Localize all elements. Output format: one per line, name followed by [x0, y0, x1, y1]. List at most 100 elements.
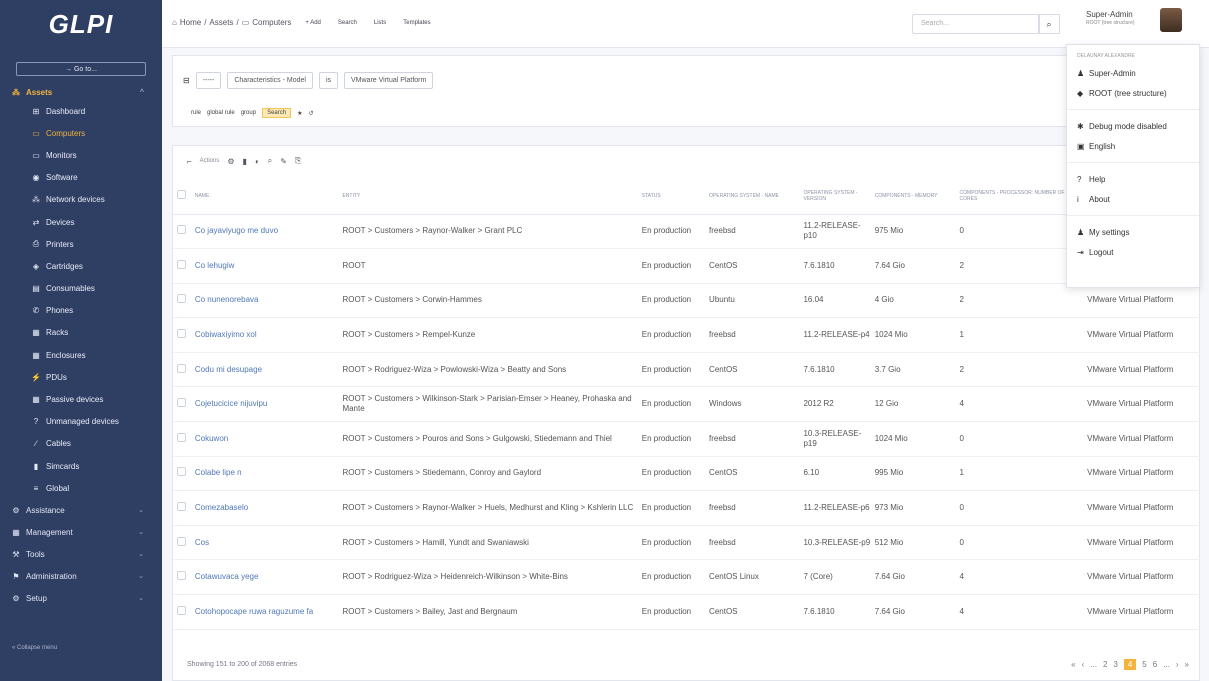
page-link[interactable]: ›: [1176, 660, 1179, 669]
row-checkbox[interactable]: [177, 259, 186, 269]
dropdown-item-logout[interactable]: ⇥ Logout: [1067, 242, 1199, 262]
page-link[interactable]: 2: [1103, 660, 1107, 669]
column-header[interactable]: Operating system - Version: [799, 178, 871, 215]
computer-name-link[interactable]: Codu mi desupage: [190, 352, 339, 388]
sidebar-item-consumables[interactable]: ▤ Consumables: [0, 278, 162, 300]
row-checkbox[interactable]: [177, 363, 186, 373]
dropdown-item-super-admin[interactable]: ♟ Super-Admin: [1067, 63, 1199, 83]
computer-name-link[interactable]: Cotawuvaca yege: [190, 559, 339, 596]
goto-button[interactable]: → Go to...: [16, 62, 146, 76]
dropdown-item-about[interactable]: i About: [1067, 189, 1199, 209]
add-global-rule-button[interactable]: global rule: [207, 110, 235, 116]
sidebar-item-passive-devices[interactable]: ▦ Passive devices: [0, 388, 162, 410]
row-checkbox[interactable]: [177, 467, 186, 477]
gear-icon[interactable]: ⚙: [227, 157, 234, 166]
user-menu[interactable]: Super-Admin ROOT (tree structure): [1086, 10, 1135, 28]
table-row[interactable]: Cotohopocape ruwa raguzume fa ROOT > Cust…: [173, 594, 1201, 630]
page-link[interactable]: »: [1185, 660, 1189, 669]
current-page[interactable]: 4: [1123, 659, 1137, 670]
page-link[interactable]: ...: [1090, 660, 1097, 669]
column-header[interactable]: Entity: [338, 178, 638, 215]
templates-button[interactable]: Templates: [400, 19, 433, 27]
computer-name-link[interactable]: Colabe lipe n: [190, 456, 339, 492]
dropdown-item-root-tree-structure-[interactable]: ◆ ROOT (tree structure): [1067, 83, 1199, 103]
dropdown-item-english[interactable]: ▣ English: [1067, 136, 1199, 156]
page-link[interactable]: «: [1071, 660, 1075, 669]
sidebar-item-cartridges[interactable]: ◈ Cartridges: [0, 255, 162, 277]
sidebar-item-enclosures[interactable]: ▦ Enclosures: [0, 344, 162, 366]
sidebar-item-unmanaged-devices[interactable]: ? Unmanaged devices: [0, 411, 162, 433]
row-checkbox[interactable]: [177, 571, 186, 581]
computer-name-link[interactable]: Cobiwaxiyimo xol: [190, 317, 339, 353]
search-icon[interactable]: ⌕: [1038, 14, 1060, 34]
search-submit-button[interactable]: Search: [262, 108, 292, 118]
sidebar-section-management[interactable]: ▦ Management ⌄: [0, 521, 162, 543]
sidebar-item-global[interactable]: ≡ Global: [0, 477, 162, 499]
sidebar-section-setup[interactable]: ⚙ Setup ⌄: [0, 587, 162, 609]
table-row[interactable]: Co nunenorebava ROOT > Customers > Corwin…: [173, 283, 1201, 319]
star-icon[interactable]: ★: [297, 110, 302, 117]
sidebar-item-monitors[interactable]: ▭ Monitors: [0, 144, 162, 166]
glpi-logo[interactable]: GLPI: [0, 0, 162, 48]
sidebar-item-network-devices[interactable]: ⁂ Network devices: [0, 189, 162, 211]
reset-icon[interactable]: ↺: [308, 110, 313, 117]
column-header[interactable]: Components - Processor: number of cores: [955, 178, 1084, 215]
breadcrumb-computers[interactable]: Computers: [252, 18, 291, 27]
add-group-button[interactable]: group: [241, 110, 256, 116]
table-row[interactable]: Cobiwaxiyimo xol ROOT > Customers > Rempe…: [173, 317, 1201, 353]
table-row[interactable]: Cojetucicice nijuvipu ROOT > Customers > …: [173, 386, 1201, 423]
lists-button[interactable]: Lists: [371, 19, 389, 27]
table-row[interactable]: Comezabaselo ROOT > Customers > Raynor-Wa…: [173, 490, 1201, 526]
sidebar-item-pdus[interactable]: ⚡ PDUs: [0, 366, 162, 388]
column-header[interactable]: Operating system - Name: [705, 178, 800, 215]
computer-name-link[interactable]: Cos: [190, 525, 339, 561]
page-link[interactable]: 6: [1153, 660, 1157, 669]
criteria-operator-select[interactable]: is: [318, 72, 338, 89]
table-row[interactable]: Colabe lipe n ROOT > Customers > Stiedema…: [173, 456, 1201, 492]
dropdown-item-debug-mode-disabled[interactable]: ✱ Debug mode disabled: [1067, 116, 1199, 136]
row-checkbox[interactable]: [177, 432, 186, 442]
sidebar-item-computers[interactable]: ▭ Computers: [0, 122, 162, 144]
row-checkbox[interactable]: [177, 398, 186, 408]
table-row[interactable]: Co jayaviyugo me duvo ROOT > Customers > …: [173, 214, 1201, 250]
global-search-input[interactable]: Search...: [912, 14, 1040, 34]
criteria-toggle-icon[interactable]: ⊟: [183, 76, 190, 85]
table-row[interactable]: Cotawuvaca yege ROOT > Rodriguez-Wiza > H…: [173, 559, 1201, 596]
table-row[interactable]: Codu mi desupage ROOT > Rodriguez-Wiza > …: [173, 352, 1201, 388]
table-row[interactable]: Cos ROOT > Customers > Hamill, Yundt and …: [173, 525, 1201, 561]
computer-name-link[interactable]: Co nunenorebava: [190, 283, 339, 319]
massive-actions-icon[interactable]: ⌐: [187, 157, 192, 166]
sidebar-item-phones[interactable]: ✆ Phones: [0, 300, 162, 322]
criteria-link-select[interactable]: -----: [195, 72, 222, 89]
row-checkbox[interactable]: [177, 536, 186, 546]
dropdown-item-help[interactable]: ? Help: [1067, 169, 1199, 189]
sidebar-item-devices[interactable]: ⇄ Devices: [0, 211, 162, 233]
column-header[interactable]: Components - Memory: [870, 178, 956, 215]
computer-name-link[interactable]: Cotohopocape ruwa raguzume fa: [190, 594, 339, 630]
sidebar-section-assets[interactable]: ⁂ Assets ^: [0, 84, 162, 100]
sidebar-item-simcards[interactable]: ▮ Simcards: [0, 455, 162, 477]
sidebar-section-tools[interactable]: ⚒ Tools ⌄: [0, 543, 162, 565]
trash-icon[interactable]: ▮: [243, 157, 247, 166]
criteria-field-select[interactable]: Characteristics - Model: [227, 72, 313, 89]
breadcrumb-home[interactable]: Home: [180, 18, 201, 27]
column-header[interactable]: Name: [190, 178, 339, 215]
dropdown-item-my-settings[interactable]: ♟ My settings: [1067, 222, 1199, 242]
wrench-icon[interactable]: ✎: [280, 157, 287, 166]
search-toolbar-button[interactable]: Search: [335, 19, 360, 27]
add-rule-button[interactable]: rule: [191, 110, 201, 116]
toggle-switch[interactable]: ◐: [255, 157, 260, 166]
page-link[interactable]: ...: [1163, 660, 1170, 669]
collapse-menu-button[interactable]: « Collapse menu: [12, 645, 57, 651]
export-icon[interactable]: ⎘: [295, 156, 301, 166]
computer-name-link[interactable]: Comezabaselo: [190, 490, 339, 526]
sidebar-item-software[interactable]: ◉ Software: [0, 167, 162, 189]
table-row[interactable]: Co lehugiw ROOT En production CentOS 7.6.181…: [173, 248, 1201, 284]
add-button[interactable]: + Add: [302, 19, 324, 27]
row-checkbox[interactable]: [177, 605, 186, 615]
sidebar-item-racks[interactable]: ▦ Racks: [0, 322, 162, 344]
sidebar-item-printers[interactable]: ⎙ Printers: [0, 233, 162, 255]
page-link[interactable]: ‹: [1082, 660, 1085, 669]
table-row[interactable]: Cokuwon ROOT > Customers > Pouros and Son…: [173, 421, 1201, 457]
row-checkbox[interactable]: [177, 329, 186, 339]
